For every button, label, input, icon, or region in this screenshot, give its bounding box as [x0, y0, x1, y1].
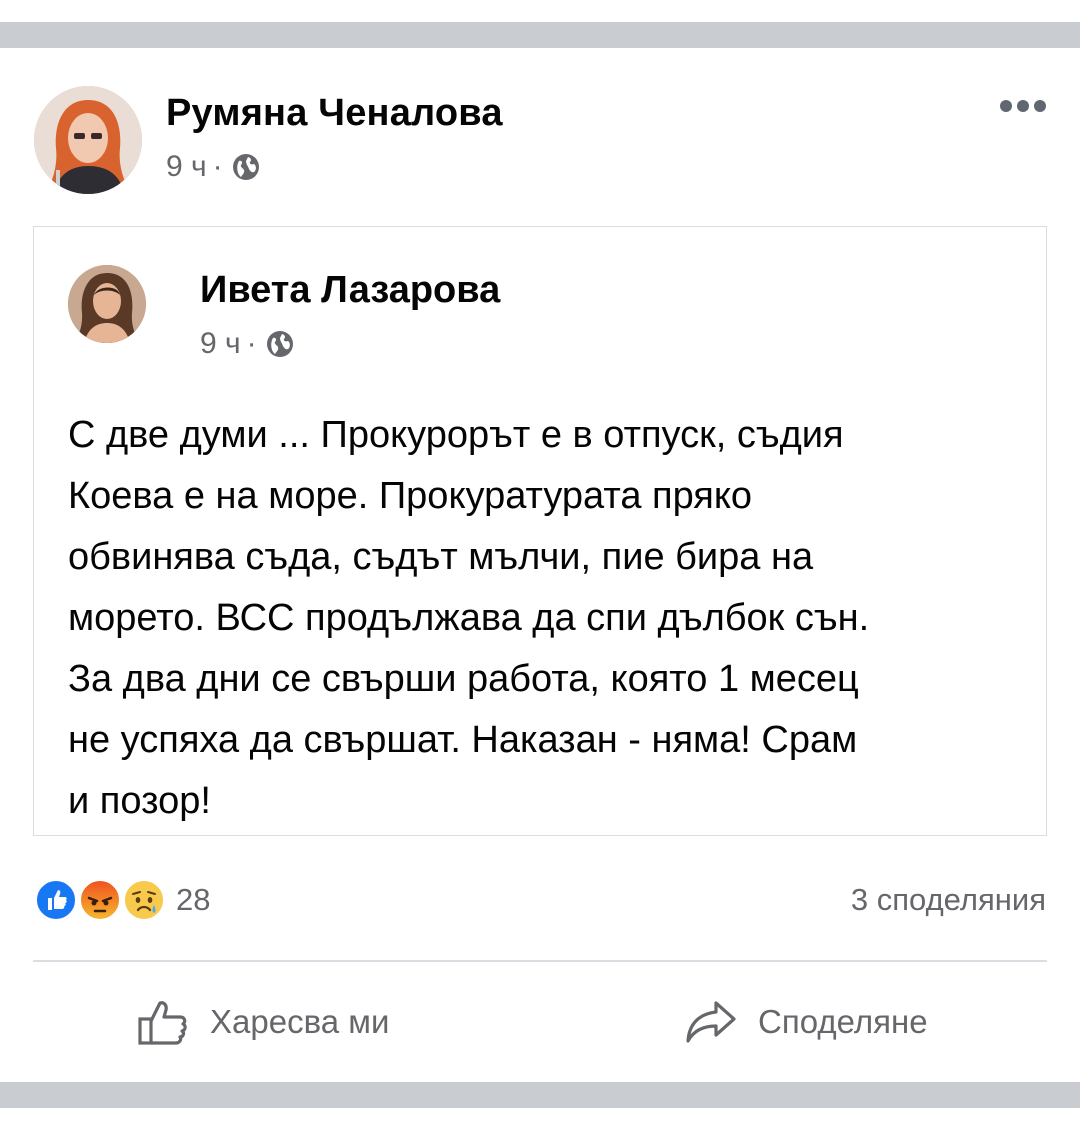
meta-separator: · — [212, 150, 223, 183]
reaction-icons[interactable] — [34, 878, 174, 922]
author-name[interactable]: Румяна Ченалова — [166, 92, 503, 135]
sad-reaction-icon — [122, 878, 166, 922]
shared-post-meta: 9 ч · — [200, 327, 295, 361]
more-options-button[interactable] — [1000, 94, 1046, 118]
like-button[interactable]: Харесва ми — [136, 990, 389, 1054]
globe-icon — [231, 152, 261, 182]
globe-icon — [265, 329, 295, 359]
author-avatar[interactable] — [34, 86, 142, 194]
more-dots-icon — [1034, 100, 1046, 112]
shared-post-time[interactable]: 9 ч — [200, 327, 241, 361]
like-reaction-icon — [34, 878, 78, 922]
shares-count[interactable]: 3 споделяния — [851, 882, 1046, 918]
shared-author-name[interactable]: Ивета Лазарова — [200, 269, 500, 312]
post-meta: 9 ч · — [166, 150, 261, 184]
reactions-summary: 28 3 споделяния — [34, 872, 1046, 928]
meta-separator: · — [246, 327, 257, 360]
feed-divider-top — [0, 22, 1080, 48]
like-button-label: Харесва ми — [210, 1003, 390, 1040]
share-button-label: Споделяне — [758, 1003, 928, 1040]
feed-divider-bottom — [0, 1082, 1080, 1108]
thumbs-up-icon — [138, 1001, 187, 1045]
share-arrow-icon — [686, 1001, 736, 1043]
reaction-count[interactable]: 28 — [176, 882, 210, 918]
shared-post-card[interactable]: Ивета Лазарова 9 ч · С две думи ... Прок… — [33, 226, 1047, 836]
angry-reaction-icon — [78, 878, 122, 922]
more-dots-icon — [1017, 100, 1029, 112]
actions-divider — [33, 960, 1047, 962]
shared-author-avatar[interactable] — [68, 265, 146, 343]
shared-post-header: Ивета Лазарова 9 ч · — [68, 265, 968, 365]
post-time[interactable]: 9 ч — [166, 150, 207, 184]
share-button[interactable]: Споделяне — [684, 990, 928, 1054]
more-dots-icon — [1000, 100, 1012, 112]
post-header: Румяна Ченалова 9 ч · — [34, 86, 1046, 196]
shared-post-text: С две думи ... Прокурорът е в отпуск, съ… — [68, 414, 870, 822]
